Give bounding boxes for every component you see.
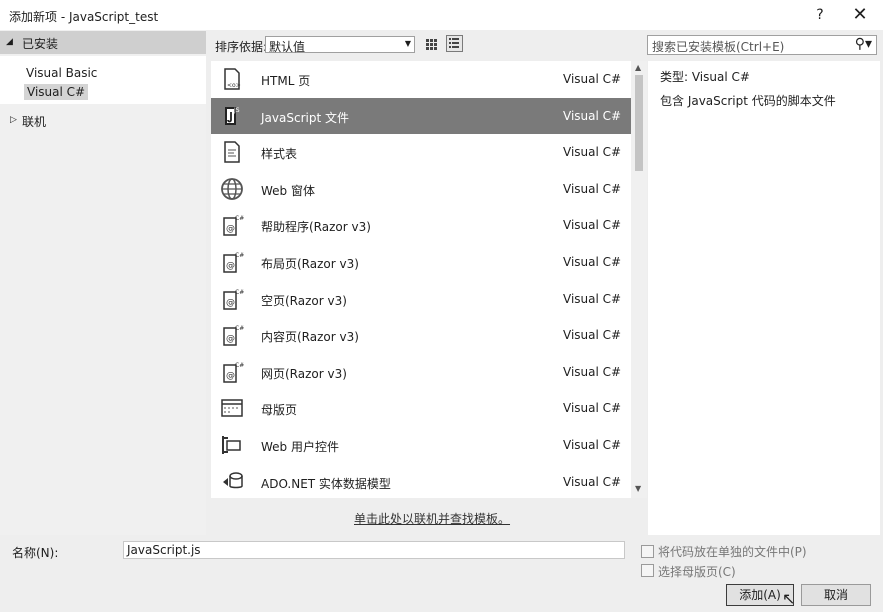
template-language: Visual C#	[563, 474, 622, 489]
template-item[interactable]: 母版页 Visual C#	[211, 390, 631, 426]
name-value: JavaScript.js	[127, 543, 201, 557]
svg-text:C#: C#	[235, 289, 244, 296]
svg-text:<o>: <o>	[227, 82, 241, 89]
template-name: Web 用户控件	[261, 440, 339, 454]
html-page-icon: <o>	[220, 67, 244, 91]
template-name: 帮助程序(Razor v3)	[261, 220, 371, 235]
razor-icon: @ C#	[220, 213, 244, 237]
template-language: Visual C#	[563, 438, 622, 452]
template-name: 布局页(Razor v3)	[261, 257, 359, 271]
nav-item-visual-basic[interactable]: Visual Basic	[26, 66, 97, 80]
template-item[interactable]: @ C# 帮助程序(Razor v3) Visual C#	[211, 207, 631, 243]
name-field[interactable]: JavaScript.js	[123, 541, 625, 559]
razor-icon: @ C#	[220, 287, 244, 311]
template-language: Visual C#	[563, 108, 622, 123]
sort-label: 排序依据:	[215, 40, 268, 54]
template-name: 内容页(Razor v3)	[261, 330, 359, 345]
user-control-icon	[220, 433, 244, 457]
template-language: Visual C#	[563, 364, 622, 379]
svg-text:@: @	[226, 334, 235, 344]
template-item[interactable]: Web 用户控件 Visual C#	[211, 427, 631, 463]
installed-label[interactable]: 已安装	[22, 35, 58, 52]
grid-view-icon[interactable]	[423, 36, 442, 55]
online-templates-link[interactable]: 单击此处以联机并查找模板。	[354, 510, 510, 527]
nav-item-visual-csharp[interactable]: Visual C#	[24, 84, 89, 100]
scroll-up-icon[interactable]: ▲	[635, 63, 641, 72]
template-item[interactable]: @ C# 网页(Razor v3) Visual C#	[211, 354, 631, 390]
template-name: Web 窗体	[261, 183, 315, 198]
template-list[interactable]: <o> HTML 页 Visual C# JS JavaScript 文件 Visual …	[211, 61, 631, 498]
template-name: ADO.NET 实体数据模型	[261, 476, 391, 491]
cancel-button[interactable]: 取消	[801, 584, 871, 606]
template-name: JavaScript 文件	[261, 110, 349, 125]
window-title: 添加新项 - JavaScript_test	[9, 10, 159, 24]
template-language: Visual C#	[563, 72, 622, 86]
help-button[interactable]: ?	[808, 5, 832, 25]
template-item[interactable]: <o> HTML 页 Visual C#	[211, 61, 631, 97]
template-name: 母版页	[261, 403, 298, 418]
sort-value: 默认值	[269, 40, 306, 54]
list-view-icon[interactable]	[446, 35, 463, 52]
template-name: 网页(Razor v3)	[261, 366, 347, 381]
description-panel	[648, 61, 880, 535]
svg-text:C#: C#	[235, 252, 244, 259]
expand-right-icon[interactable]: ▷	[10, 115, 17, 125]
razor-icon: @ C#	[220, 250, 244, 274]
template-item[interactable]: Web 窗体 Visual C#	[211, 171, 631, 207]
search-placeholder: 搜索已安装模板(Ctrl+E)	[652, 40, 785, 54]
svg-text:@: @	[226, 371, 235, 381]
template-language: Visual C#	[563, 145, 622, 160]
scrollbar[interactable]: ▲ ▼	[631, 61, 647, 498]
search-input[interactable]: 搜索已安装模板(Ctrl+E) ⚲▾	[647, 35, 877, 55]
master-page-label[interactable]: 选择母版页(C)	[658, 563, 736, 580]
master-page-icon	[220, 396, 244, 420]
template-language: Visual C#	[563, 255, 622, 269]
separate-file-checkbox[interactable]	[641, 545, 654, 558]
svg-text:C#: C#	[235, 215, 244, 222]
template-description: 包含 JavaScript 代码的脚本文件	[660, 94, 836, 108]
sort-dropdown[interactable]: 默认值 ▼	[265, 36, 415, 54]
razor-icon: @ C#	[220, 360, 244, 384]
template-type: 类型: Visual C#	[660, 70, 750, 84]
template-item[interactable]: ADO.NET 实体数据模型 Visual C#	[211, 464, 631, 500]
scroll-down-icon[interactable]: ▼	[635, 484, 641, 493]
template-language: Visual C#	[563, 328, 622, 343]
expand-down-icon[interactable]: ◢	[6, 37, 13, 47]
chevron-down-icon: ▼	[404, 39, 411, 48]
mouse-cursor-icon: ↖	[782, 589, 796, 608]
stylesheet-icon	[220, 140, 244, 164]
template-language: Visual C#	[563, 181, 622, 196]
svg-text:@: @	[226, 298, 235, 308]
template-item[interactable]: JS JavaScript 文件 Visual C#	[211, 97, 631, 134]
template-item[interactable]: @ C# 内容页(Razor v3) Visual C#	[211, 317, 631, 353]
template-name: 样式表	[261, 147, 298, 162]
entity-model-icon	[220, 470, 244, 494]
template-name: HTML 页	[261, 74, 311, 88]
separate-file-label[interactable]: 将代码放在单独的文件中(P)	[658, 543, 807, 560]
svg-text:C#: C#	[235, 325, 244, 332]
svg-text:C#: C#	[235, 362, 244, 369]
template-item[interactable]: @ C# 布局页(Razor v3) Visual C#	[211, 244, 631, 280]
svg-text:@: @	[226, 224, 235, 234]
name-label: 名称(N):	[12, 546, 59, 560]
scroll-thumb[interactable]	[635, 75, 643, 171]
template-item[interactable]: 样式表 Visual C#	[211, 134, 631, 170]
template-language: Visual C#	[563, 401, 622, 416]
web-form-icon	[220, 177, 244, 201]
template-language: Visual C#	[563, 291, 622, 306]
close-button[interactable]: ✕	[848, 5, 872, 25]
template-item[interactable]: @ C# 空页(Razor v3) Visual C#	[211, 281, 631, 317]
search-icon[interactable]: ⚲▾	[855, 36, 872, 52]
template-name: 空页(Razor v3)	[261, 293, 347, 308]
master-page-checkbox[interactable]	[641, 564, 654, 577]
template-language: Visual C#	[563, 218, 622, 233]
javascript-file-icon: JS	[220, 104, 244, 128]
category-panel	[0, 30, 206, 535]
svg-text:@: @	[226, 261, 235, 271]
online-node[interactable]: 联机	[22, 113, 46, 130]
razor-icon: @ C#	[220, 323, 244, 347]
svg-text:JS: JS	[233, 107, 240, 114]
